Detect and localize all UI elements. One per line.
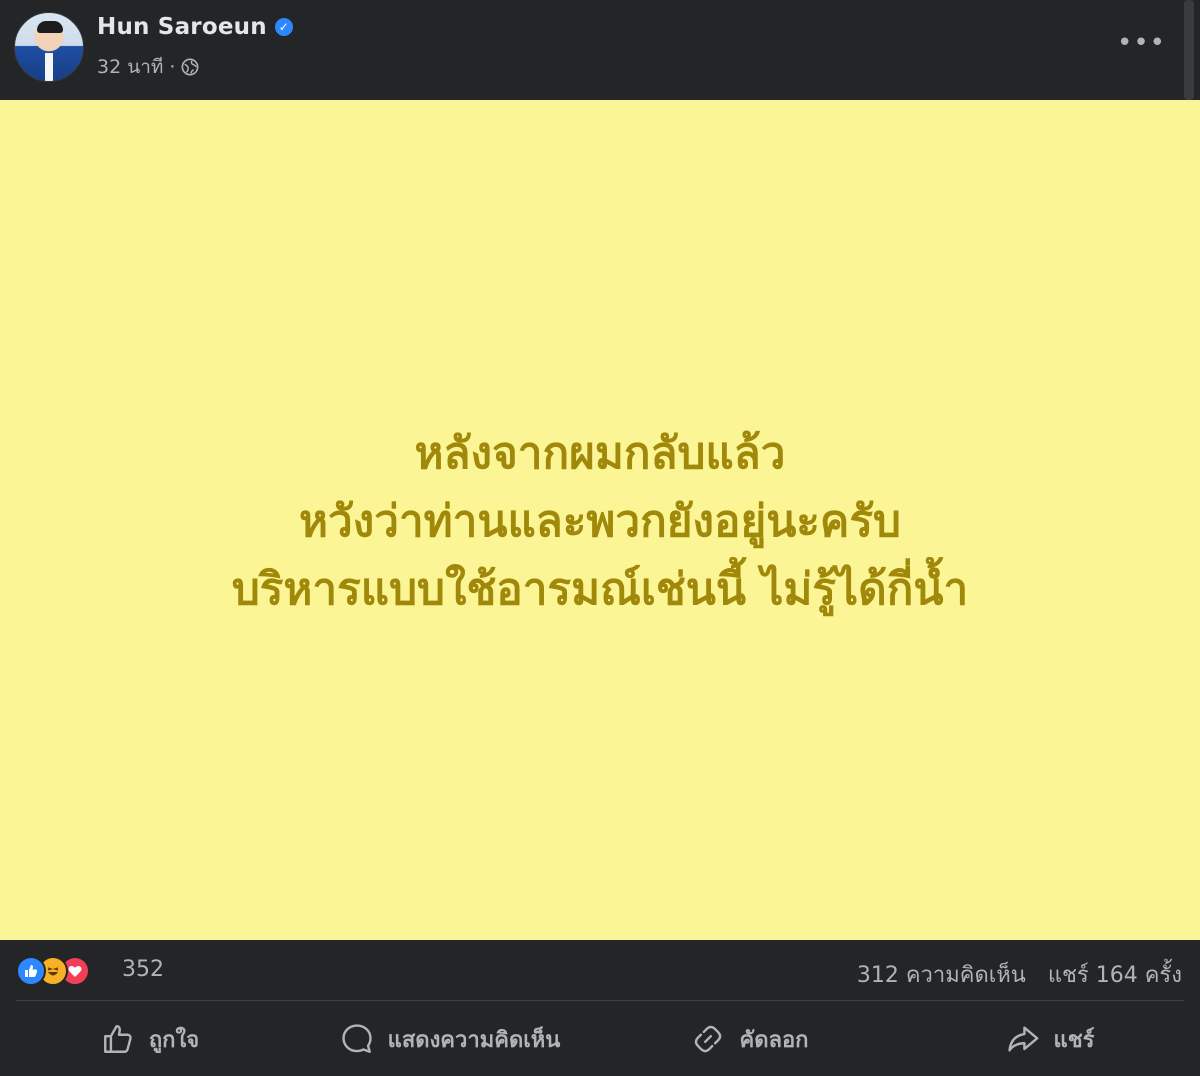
post-header: Hun Saroeun ✓ 32 นาที · ••• bbox=[0, 0, 1200, 100]
post-meta: 32 นาที · bbox=[97, 52, 199, 82]
post-text-line: บริหารแบบใช้อารมณ์เช่นนี้ ไม่รู้ได้กี่น้… bbox=[231, 564, 969, 615]
author-row: Hun Saroeun ✓ bbox=[97, 14, 293, 40]
divider bbox=[16, 1000, 1184, 1001]
more-options-icon[interactable]: ••• bbox=[1117, 30, 1166, 56]
comment-button[interactable]: แสดงความคิดเห็น bbox=[300, 1004, 600, 1074]
comment-label: แสดงความคิดเห็น bbox=[387, 1027, 561, 1053]
post-text-line: หวังว่าท่านและพวกยังอยู่นะครับ bbox=[299, 496, 901, 547]
comments-count[interactable]: 312 ความคิดเห็น bbox=[857, 957, 1026, 992]
share-arrow-icon bbox=[1007, 1026, 1038, 1052]
reactions-bar: 352 312 ความคิดเห็น แชร์ 164 ครั้ง bbox=[0, 940, 1200, 1002]
copy-label: คัดลอก bbox=[739, 1027, 809, 1053]
copy-link-button[interactable]: คัดลอก bbox=[600, 1004, 900, 1074]
post-text-line: หลังจากผมกลับแล้ว bbox=[414, 428, 786, 479]
scrollbar[interactable] bbox=[1184, 0, 1194, 100]
meta-separator: · bbox=[169, 56, 176, 78]
avatar-shirt bbox=[45, 53, 53, 81]
avatar-hair bbox=[37, 21, 63, 33]
like-icon bbox=[16, 956, 46, 986]
author-avatar[interactable] bbox=[14, 12, 84, 82]
comment-bubble-icon bbox=[342, 1024, 372, 1053]
share-button[interactable]: แชร์ bbox=[900, 1004, 1200, 1074]
post-time[interactable]: 32 นาที bbox=[97, 52, 163, 82]
globe-icon[interactable] bbox=[181, 58, 199, 76]
link-icon bbox=[695, 1025, 722, 1053]
share-label: แชร์ bbox=[1053, 1027, 1095, 1053]
shares-count[interactable]: แชร์ 164 ครั้ง bbox=[1048, 957, 1182, 992]
thumbs-up-icon bbox=[103, 1025, 132, 1053]
like-button[interactable]: ถูกใจ bbox=[0, 1004, 300, 1074]
reaction-icons[interactable] bbox=[16, 956, 90, 986]
action-bar: ถูกใจ แสดงความคิดเห็น คัดลอก แชร์ bbox=[0, 1004, 1200, 1074]
verified-badge-icon: ✓ bbox=[274, 18, 293, 36]
post-stats: 312 ความคิดเห็น แชร์ 164 ครั้ง bbox=[857, 957, 1182, 992]
like-label: ถูกใจ bbox=[148, 1027, 200, 1053]
reaction-count[interactable]: 352 bbox=[122, 957, 164, 982]
post-text: หลังจากผมกลับแล้ว หวังว่าท่านและพวกยังอย… bbox=[0, 420, 1200, 624]
author-name[interactable]: Hun Saroeun bbox=[97, 14, 267, 40]
